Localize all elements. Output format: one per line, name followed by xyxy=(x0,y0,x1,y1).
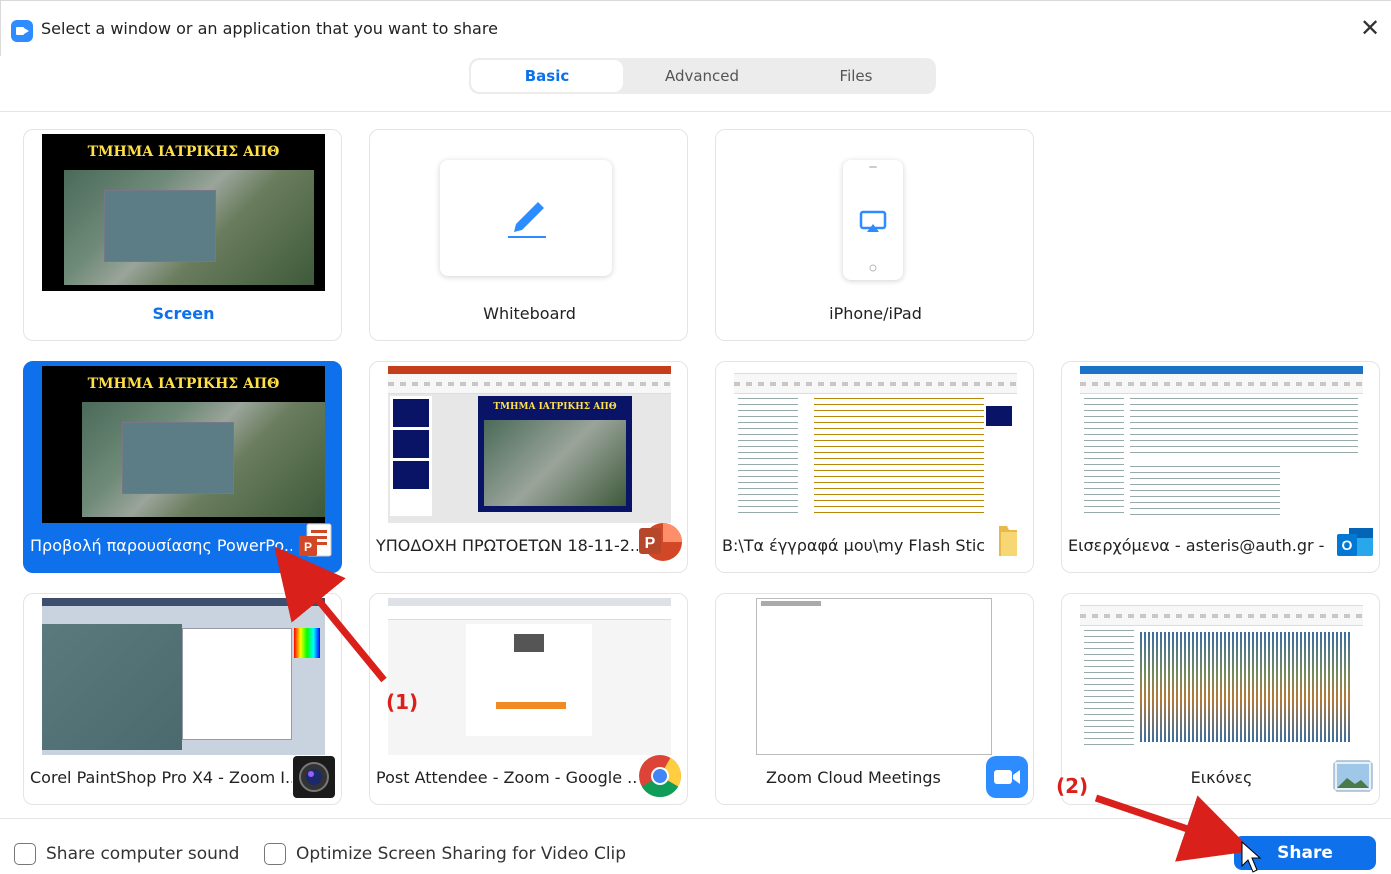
svg-text:P: P xyxy=(304,540,312,554)
iphone-thumbnail xyxy=(843,160,903,280)
slide-title: ΤΜΗΜΑ ΙΑΤΡΙΚΗΣ ΑΠΘ xyxy=(493,402,617,412)
tile-label: Corel PaintShop Pro X4 - Zoom I... xyxy=(30,768,292,787)
tile-powerpoint-editor[interactable]: ΤΜΗΜΑ ΙΑΤΡΙΚΗΣ ΑΠΘ ΥΠΟΔΟΧΗ ΠΡΩΤΟΕΤΩΝ 18-… xyxy=(369,361,688,573)
share-sound-checkbox[interactable] xyxy=(14,843,36,865)
tile-label: B:\Τα έγγραφά μου\my Flash Stick xyxy=(722,536,984,555)
tile-pictures[interactable]: Εικόνες xyxy=(1061,593,1380,805)
optimize-video-label: Optimize Screen Sharing for Video Clip xyxy=(296,844,627,864)
optimize-video-checkbox[interactable] xyxy=(264,843,286,865)
tab-bar: Basic Advanced Files xyxy=(469,58,936,94)
window-thumbnail: ΤΜΗΜΑ ΙΑΤΡΙΚΗΣ ΑΠΘ xyxy=(388,366,671,523)
window-thumbnail xyxy=(388,598,671,755)
footer-bar: Share computer sound Optimize Screen Sha… xyxy=(0,818,1391,874)
tile-label: Whiteboard xyxy=(483,304,576,323)
tile-label: Zoom Cloud Meetings xyxy=(766,768,941,787)
tab-files[interactable]: Files xyxy=(780,60,932,92)
slide-title: ΤΜΗΜΑ ΙΑΤΡΙΚΗΣ ΑΠΘ xyxy=(87,144,280,160)
close-button[interactable]: ✕ xyxy=(1357,15,1383,41)
paintshop-camera-icon xyxy=(293,756,335,798)
tab-basic[interactable]: Basic xyxy=(471,60,623,92)
share-button[interactable]: Share xyxy=(1234,836,1376,870)
pen-icon xyxy=(508,202,546,238)
window-thumbnail: ΤΜΗΜΑ ΙΑΤΡΙΚΗΣ ΑΠΘ xyxy=(42,366,325,523)
whiteboard-thumbnail xyxy=(440,160,612,276)
window-thumbnail xyxy=(734,366,1017,523)
tile-file-explorer[interactable]: B:\Τα έγγραφά μου\my Flash Stick xyxy=(715,361,1034,573)
tile-label: Post Attendee - Zoom - Google ... xyxy=(376,768,638,787)
powerpoint-slideshow-icon: P xyxy=(299,523,332,557)
tile-paintshop[interactable]: Corel PaintShop Pro X4 - Zoom I... xyxy=(23,593,342,805)
airplay-icon xyxy=(859,166,887,272)
window-thumbnail xyxy=(1080,598,1363,755)
folder-icon xyxy=(999,526,1017,556)
tile-screen[interactable]: ΤΜΗΜΑ ΙΑΤΡΙΚΗΣ ΑΠΘ Screen xyxy=(23,129,342,341)
tile-powerpoint-slideshow[interactable]: ΤΜΗΜΑ ΙΑΤΡΙΚΗΣ ΑΠΘ Προβολή παρουσίασης P… xyxy=(23,361,342,573)
window-thumbnail xyxy=(1080,366,1363,523)
tile-iphone-ipad[interactable]: iPhone/iPad xyxy=(715,129,1034,341)
window-title: Select a window or an application that y… xyxy=(41,19,498,38)
title-bar: Select a window or an application that y… xyxy=(0,0,1391,56)
annotation-step2: (2) xyxy=(1056,774,1089,798)
tile-label: ΥΠΟΔΟΧΗ ΠΡΩΤΟΕΤΩΝ 18-11-2... xyxy=(376,536,638,555)
annotation-step1: (1) xyxy=(386,690,419,714)
tile-label: Screen xyxy=(152,304,215,323)
chrome-icon xyxy=(639,755,681,798)
tile-zoom[interactable]: Zoom Cloud Meetings xyxy=(715,593,1034,805)
tile-label: Εισερχόμενα - asteris@auth.gr - ... xyxy=(1068,536,1330,555)
screen-thumbnail: ΤΜΗΜΑ ΙΑΤΡΙΚΗΣ ΑΠΘ xyxy=(42,134,325,291)
svg-text:O: O xyxy=(1342,537,1353,553)
tile-outlook[interactable]: Εισερχόμενα - asteris@auth.gr - ... O xyxy=(1061,361,1380,573)
window-thumbnail xyxy=(42,598,325,755)
tile-label: iPhone/iPad xyxy=(829,304,922,323)
window-thumbnail xyxy=(734,598,1017,755)
tile-label: Προβολή παρουσίασης PowerPo... xyxy=(30,536,292,555)
tile-whiteboard[interactable]: Whiteboard xyxy=(369,129,688,341)
divider xyxy=(0,111,1391,112)
outlook-icon: O xyxy=(1337,528,1373,556)
share-sound-label: Share computer sound xyxy=(46,844,240,864)
pictures-icon xyxy=(1333,760,1373,792)
powerpoint-icon: P xyxy=(639,523,682,561)
svg-text:P: P xyxy=(645,535,656,552)
tab-advanced[interactable]: Advanced xyxy=(626,60,778,92)
zoom-app-icon xyxy=(11,20,33,42)
zoom-icon xyxy=(986,756,1028,798)
slide-title: ΤΜΗΜΑ ΙΑΤΡΙΚΗΣ ΑΠΘ xyxy=(87,376,280,392)
